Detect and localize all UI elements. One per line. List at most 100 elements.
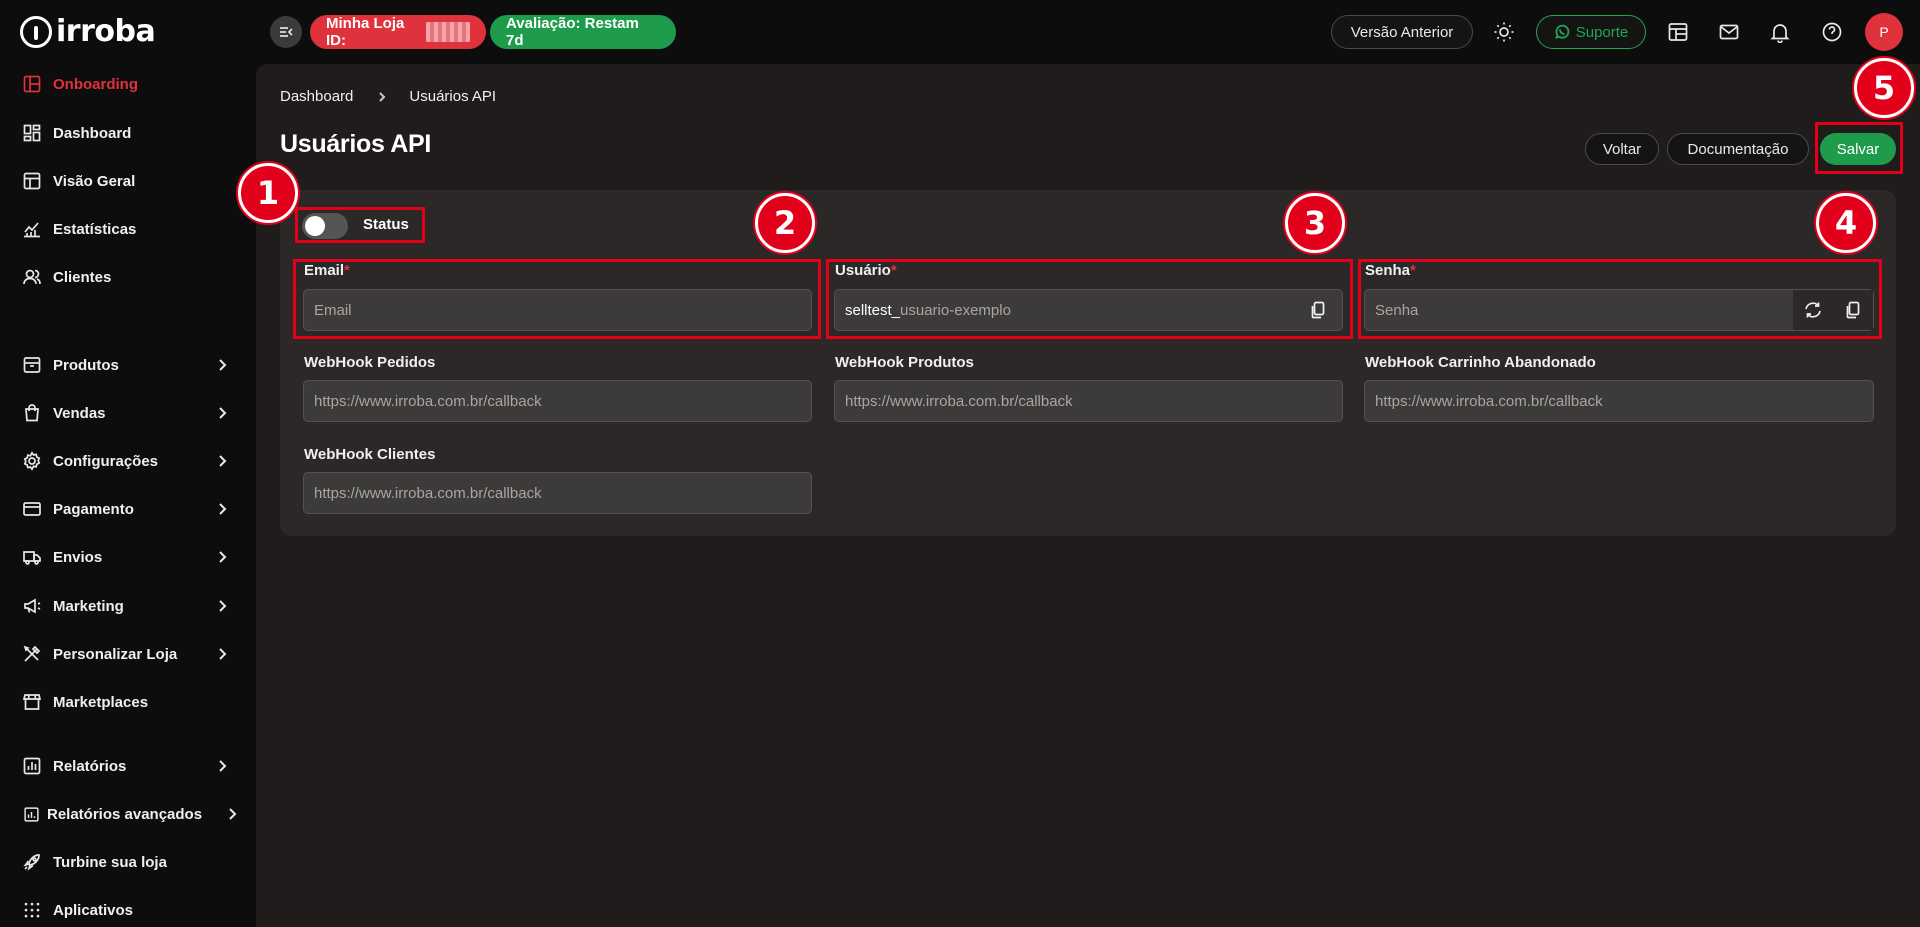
card-icon (22, 499, 42, 519)
annotation-badge-3: 3 (1285, 193, 1345, 253)
dashboard-icon (22, 123, 42, 143)
gear-icon (22, 451, 42, 471)
store-id-label: Minha Loja ID: (326, 15, 405, 49)
sidebar-item-relatorios-avancados[interactable]: Relatórios avançados (22, 800, 237, 828)
annotation-badge-1: 1 (238, 163, 298, 223)
store-id-redacted (426, 22, 470, 42)
store-id-badge[interactable]: Minha Loja ID: (310, 15, 486, 49)
sidebar-item-produtos[interactable]: Produtos (22, 351, 232, 379)
theme-toggle-button[interactable] (1492, 20, 1516, 44)
chevron-right-icon (212, 547, 232, 567)
sidebar-item-label: Configurações (53, 452, 159, 470)
annotation-badge-2: 2 (755, 193, 815, 253)
sidebar-item-estatisticas[interactable]: Estatísticas (22, 215, 232, 243)
truck-icon (22, 547, 42, 567)
chevron-right-icon (212, 403, 232, 423)
bag-icon (22, 403, 42, 423)
sidebar-item-vendas[interactable]: Vendas (22, 399, 232, 427)
whatsapp-icon (1554, 24, 1569, 39)
annotation-box-save (1815, 122, 1903, 174)
support-button[interactable]: Suporte (1536, 15, 1646, 49)
megaphone-icon (22, 596, 42, 616)
rocket-icon (22, 852, 42, 872)
layout-icon (22, 74, 42, 94)
page-title: Usuários API (280, 130, 432, 158)
sidebar-item-label: Marketing (53, 597, 124, 615)
webhook-pedidos-input[interactable] (303, 380, 812, 422)
sidebar-item-configuracoes[interactable]: Configurações (22, 447, 232, 475)
messages-button[interactable] (1717, 20, 1741, 44)
user-avatar[interactable]: P (1865, 13, 1903, 51)
sidebar-item-label: Relatórios (53, 757, 127, 775)
webhook-carrinho-label: WebHook Carrinho Abandonado (1365, 354, 1596, 371)
trial-label: Avaliação: Restam 7d (506, 15, 639, 49)
chevron-right-icon (212, 499, 232, 519)
collapse-menu-icon (280, 27, 293, 37)
sidebar-item-relatorios[interactable]: Relatórios (22, 752, 232, 780)
sidebar-item-onboarding[interactable]: Onboarding (22, 70, 232, 98)
support-label: Suporte (1575, 23, 1629, 41)
annotation-badge-4: 4 (1816, 193, 1876, 253)
sidebar-item-marketing[interactable]: Marketing (22, 592, 232, 620)
sidebar-item-marketplaces[interactable]: Marketplaces (22, 688, 232, 716)
store-preview-button[interactable] (1666, 20, 1690, 44)
back-button[interactable]: Voltar (1585, 133, 1659, 165)
breadcrumb-dashboard-link[interactable]: Dashboard (280, 88, 353, 105)
sidebar-item-label: Relatórios avançados (47, 805, 203, 823)
webhook-produtos-label: WebHook Produtos (835, 354, 974, 371)
report-advanced-icon (22, 804, 40, 824)
annotation-badge-5: 5 (1854, 58, 1914, 118)
sidebar-item-envios[interactable]: Envios (22, 543, 232, 571)
sidebar-item-clientes[interactable]: Clientes (22, 263, 232, 291)
help-button[interactable] (1820, 20, 1844, 44)
sidebar-item-personalizar-loja[interactable]: Personalizar Loja (22, 640, 232, 668)
trial-badge[interactable]: Avaliação: Restam 7d (490, 15, 676, 49)
previous-version-button[interactable]: Versão Anterior (1331, 15, 1473, 49)
sidebar: irroba Onboarding Dashboard Visão Geral … (0, 0, 256, 927)
report-icon (22, 756, 42, 776)
chevron-right-icon (375, 90, 389, 104)
sidebar-toggle-button[interactable] (270, 16, 302, 48)
sidebar-item-label: Aplicativos (53, 901, 134, 919)
annotation-box-email (293, 259, 821, 339)
sidebar-item-visao-geral[interactable]: Visão Geral (22, 167, 232, 195)
sidebar-item-label: Pagamento (53, 500, 134, 518)
sidebar-item-label: Vendas (53, 404, 106, 422)
irroba-logo[interactable]: irroba (20, 14, 156, 49)
logo-mark-icon (20, 15, 52, 48)
sidebar-item-label: Dashboard (53, 124, 132, 142)
sidebar-item-dashboard[interactable]: Dashboard (22, 119, 232, 147)
documentation-button[interactable]: Documentação (1667, 133, 1809, 165)
stats-icon (22, 219, 42, 239)
store-icon (22, 692, 42, 712)
chevron-right-icon (212, 756, 232, 776)
chevron-right-icon (212, 451, 232, 471)
breadcrumb-current: Usuários API (409, 88, 497, 105)
webhook-produtos-input[interactable] (834, 380, 1343, 422)
notifications-button[interactable] (1768, 20, 1792, 44)
apps-icon (22, 900, 42, 920)
annotation-box-status (295, 207, 425, 243)
sidebar-item-label: Envios (53, 548, 103, 566)
layout-window-icon (1668, 23, 1688, 41)
box-icon (22, 355, 42, 375)
breadcrumb: Dashboard Usuários API (280, 88, 496, 105)
chevron-right-icon (212, 644, 232, 664)
chevron-right-icon (212, 355, 232, 375)
topbar: Minha Loja ID: Avaliação: Restam 7d Vers… (256, 0, 1920, 64)
webhook-carrinho-input[interactable] (1364, 380, 1874, 422)
sidebar-item-pagamento[interactable]: Pagamento (22, 495, 232, 523)
bell-icon (1770, 24, 1790, 43)
help-icon (1822, 22, 1842, 42)
sidebar-item-aplicativos[interactable]: Aplicativos (22, 896, 232, 924)
tools-icon (22, 644, 42, 664)
webhook-pedidos-label: WebHook Pedidos (304, 354, 436, 371)
chevron-right-icon (222, 804, 242, 824)
logo-text: irroba (56, 14, 156, 49)
mail-icon (1719, 24, 1739, 40)
users-icon (22, 267, 42, 287)
webhook-clientes-input[interactable] (303, 472, 812, 514)
sidebar-item-turbine-sua-loja[interactable]: Turbine sua loja (22, 848, 232, 876)
sidebar-item-label: Onboarding (53, 75, 138, 93)
webhook-clientes-label: WebHook Clientes (304, 446, 436, 463)
